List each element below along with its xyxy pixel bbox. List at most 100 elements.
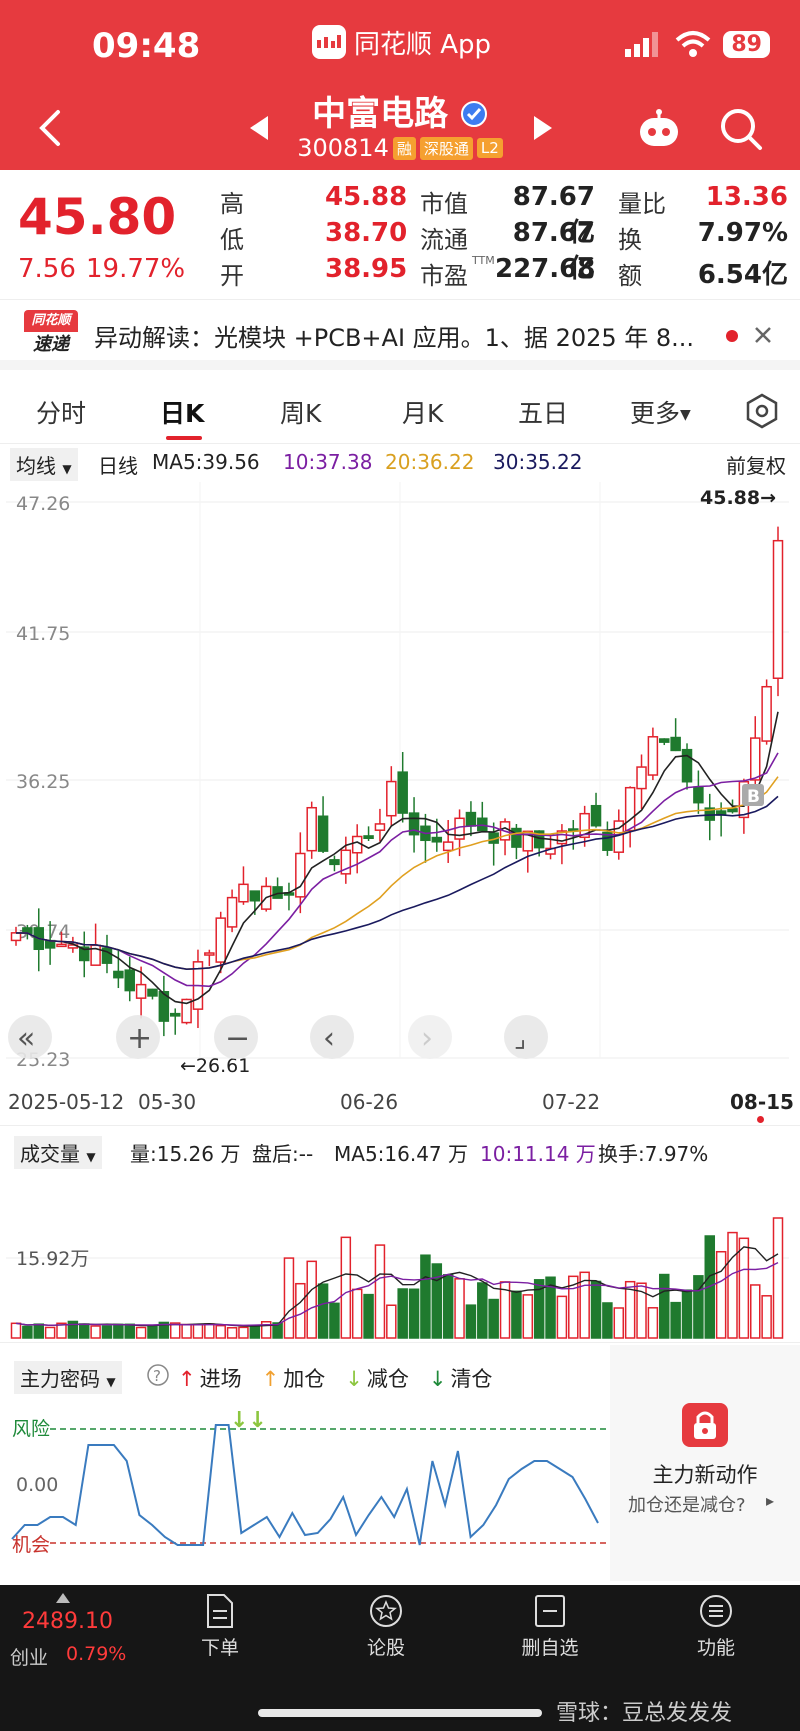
volume-bar [602,1302,613,1339]
discuss-button[interactable]: 论股 [356,1593,416,1660]
volume-bar [44,1326,56,1339]
header: 09:48 同花顺 App 89 中富电路 300814 融 深股通 L2 [0,0,800,170]
volume-bar [351,1288,363,1339]
remove-watchlist-button[interactable]: 删自选 [514,1593,586,1660]
candle-body [386,780,397,817]
function-button[interactable]: 功能 [686,1593,746,1660]
legend-arrow-icon: ↓ [345,1367,363,1391]
today-dot [757,1116,764,1123]
scroll-right-icon: › [421,1021,433,1056]
date-label-4: 07-22 [542,1090,601,1114]
candle-body [727,808,738,813]
battery-indicator: 89 [723,30,770,58]
status-time: 09:48 [92,26,201,66]
promo-card[interactable]: 主力新动作 加仓还是减仓? ▸ [610,1345,800,1581]
legend-arrow-icon: ↑ [261,1367,280,1391]
tab-monthly-k[interactable]: 月K [402,394,443,430]
zero-label: 0.00 [16,1474,58,1496]
risk-label: 风险 [12,1418,50,1440]
settings-hex-icon[interactable] [744,392,780,430]
tag-level2: L2 [476,138,503,158]
document-icon [207,1594,233,1628]
volume-bar [135,1326,147,1339]
assistant-robot-icon[interactable] [636,106,682,152]
main-force-line [11,1424,599,1546]
volume-chart[interactable]: 15.92万 [0,1170,800,1340]
discuss-star-icon [370,1595,402,1627]
kline-chart[interactable]: 47.26 41.75 36.25 30.74 25.23 45.88→ ←26… [0,482,800,1082]
stat-label: 开 [220,262,244,290]
volume-turnover: 换手:7.97% [598,1142,709,1166]
candle-body [590,804,602,827]
candle-body [693,786,704,804]
ma-legend-row: 均线 ▼ 日线 MA5:39.56 10:37.38 20:36.22 30:3… [0,446,800,482]
y-label-2: 41.75 [16,623,70,645]
scroll-start-icon: « [17,1021,35,1056]
volume-bar [522,1294,534,1339]
legend-label: 减仓 [366,1367,409,1391]
volume-bar [192,1323,204,1339]
scroll-left-icon: ‹ [323,1021,335,1056]
volume-bar [340,1236,352,1339]
date-label-3: 06-26 [340,1090,399,1114]
search-icon[interactable] [718,106,764,152]
candle-body [681,748,693,783]
tab-five-day[interactable]: 五日 [518,394,568,430]
zoom-out-icon: − [225,1021,250,1056]
help-icon[interactable]: ? [146,1363,170,1387]
adjust-mode[interactable]: 前复权 [726,450,786,479]
ma10-value: 10:37.38 [283,450,373,474]
pe-ttm-sup: TTM [472,254,495,267]
stock-code: 300814 [297,134,389,162]
volume-bar [488,1298,499,1339]
quote-panel: 45.80 7.56 19.77% 高 45.88 市值 87.67亿 量比 13.36 低… [0,170,800,300]
tab-more-label: 更多 [630,399,681,428]
volume-ma10: 10:11.14 万 [480,1142,596,1166]
ma-selector[interactable]: 均线 ▼ [10,448,78,481]
candle-body [647,736,659,776]
close-icon[interactable] [752,324,774,346]
volume-bar [181,1323,192,1339]
news-bar[interactable]: 同花顺 速递 异动解读：光模块 +PCB+AI 应用。1、据 2025 年 8.… [0,300,800,370]
stat-value: 38.70 [325,218,408,248]
remove-watchlist-label: 删自选 [521,1637,579,1659]
caret-down-icon: ▼ [106,1375,116,1389]
caret-down-icon: ▼ [62,462,72,476]
volume-bar [750,1284,761,1339]
bottom-bar: 2489.10 创业 0.79% 下单 论股 删自选 功能 雪球：豆总发发发 [0,1585,800,1731]
main-force-chart[interactable]: 风险 0.00 机会 ↓↓ [0,1389,610,1579]
volume-bar [374,1244,386,1339]
tab-intraday[interactable]: 分时 [36,394,86,430]
tab-more[interactable]: 更多▼ [630,394,691,430]
candle-body [56,943,67,948]
volume-selector[interactable]: 成交量 ▼ [14,1136,102,1169]
y-label-3: 36.25 [16,771,70,793]
caret-down-icon: ▼ [86,1150,96,1164]
volume-bar [681,1289,693,1339]
app-title: 同花顺 App [312,22,491,62]
triangle-up-icon [56,1593,70,1603]
index-value[interactable]: 2489.10 [22,1609,113,1634]
svg-text:?: ? [153,1367,161,1385]
wifi-icon [676,31,711,57]
chevron-right-icon: ▸ [766,1491,775,1510]
status-icons: 89 [623,30,770,58]
tab-weekly-k[interactable]: 周K [280,394,321,430]
candle-body [295,852,306,898]
index-name: 创业 [10,1647,49,1669]
volume-bar [363,1293,374,1339]
candle-body [124,969,135,992]
order-label: 下单 [200,1637,239,1659]
volume-bar [317,1283,329,1339]
volume-bar [511,1290,522,1339]
volume-bar [101,1325,113,1339]
order-button[interactable]: 下单 [190,1593,250,1660]
volume-bar [397,1288,408,1339]
tab-daily-k[interactable]: 日K [160,394,204,430]
app-root: 09:48 同花顺 App 89 中富电路 300814 融 深股通 L2 45… [0,0,800,1731]
candle-body [659,738,670,743]
stat-label: 换 [618,226,642,254]
volume-bar [33,1323,44,1339]
volume-bar [283,1257,295,1339]
date-axis: 2025-05-12 05-30 06-26 07-22 08-15 [0,1082,800,1126]
